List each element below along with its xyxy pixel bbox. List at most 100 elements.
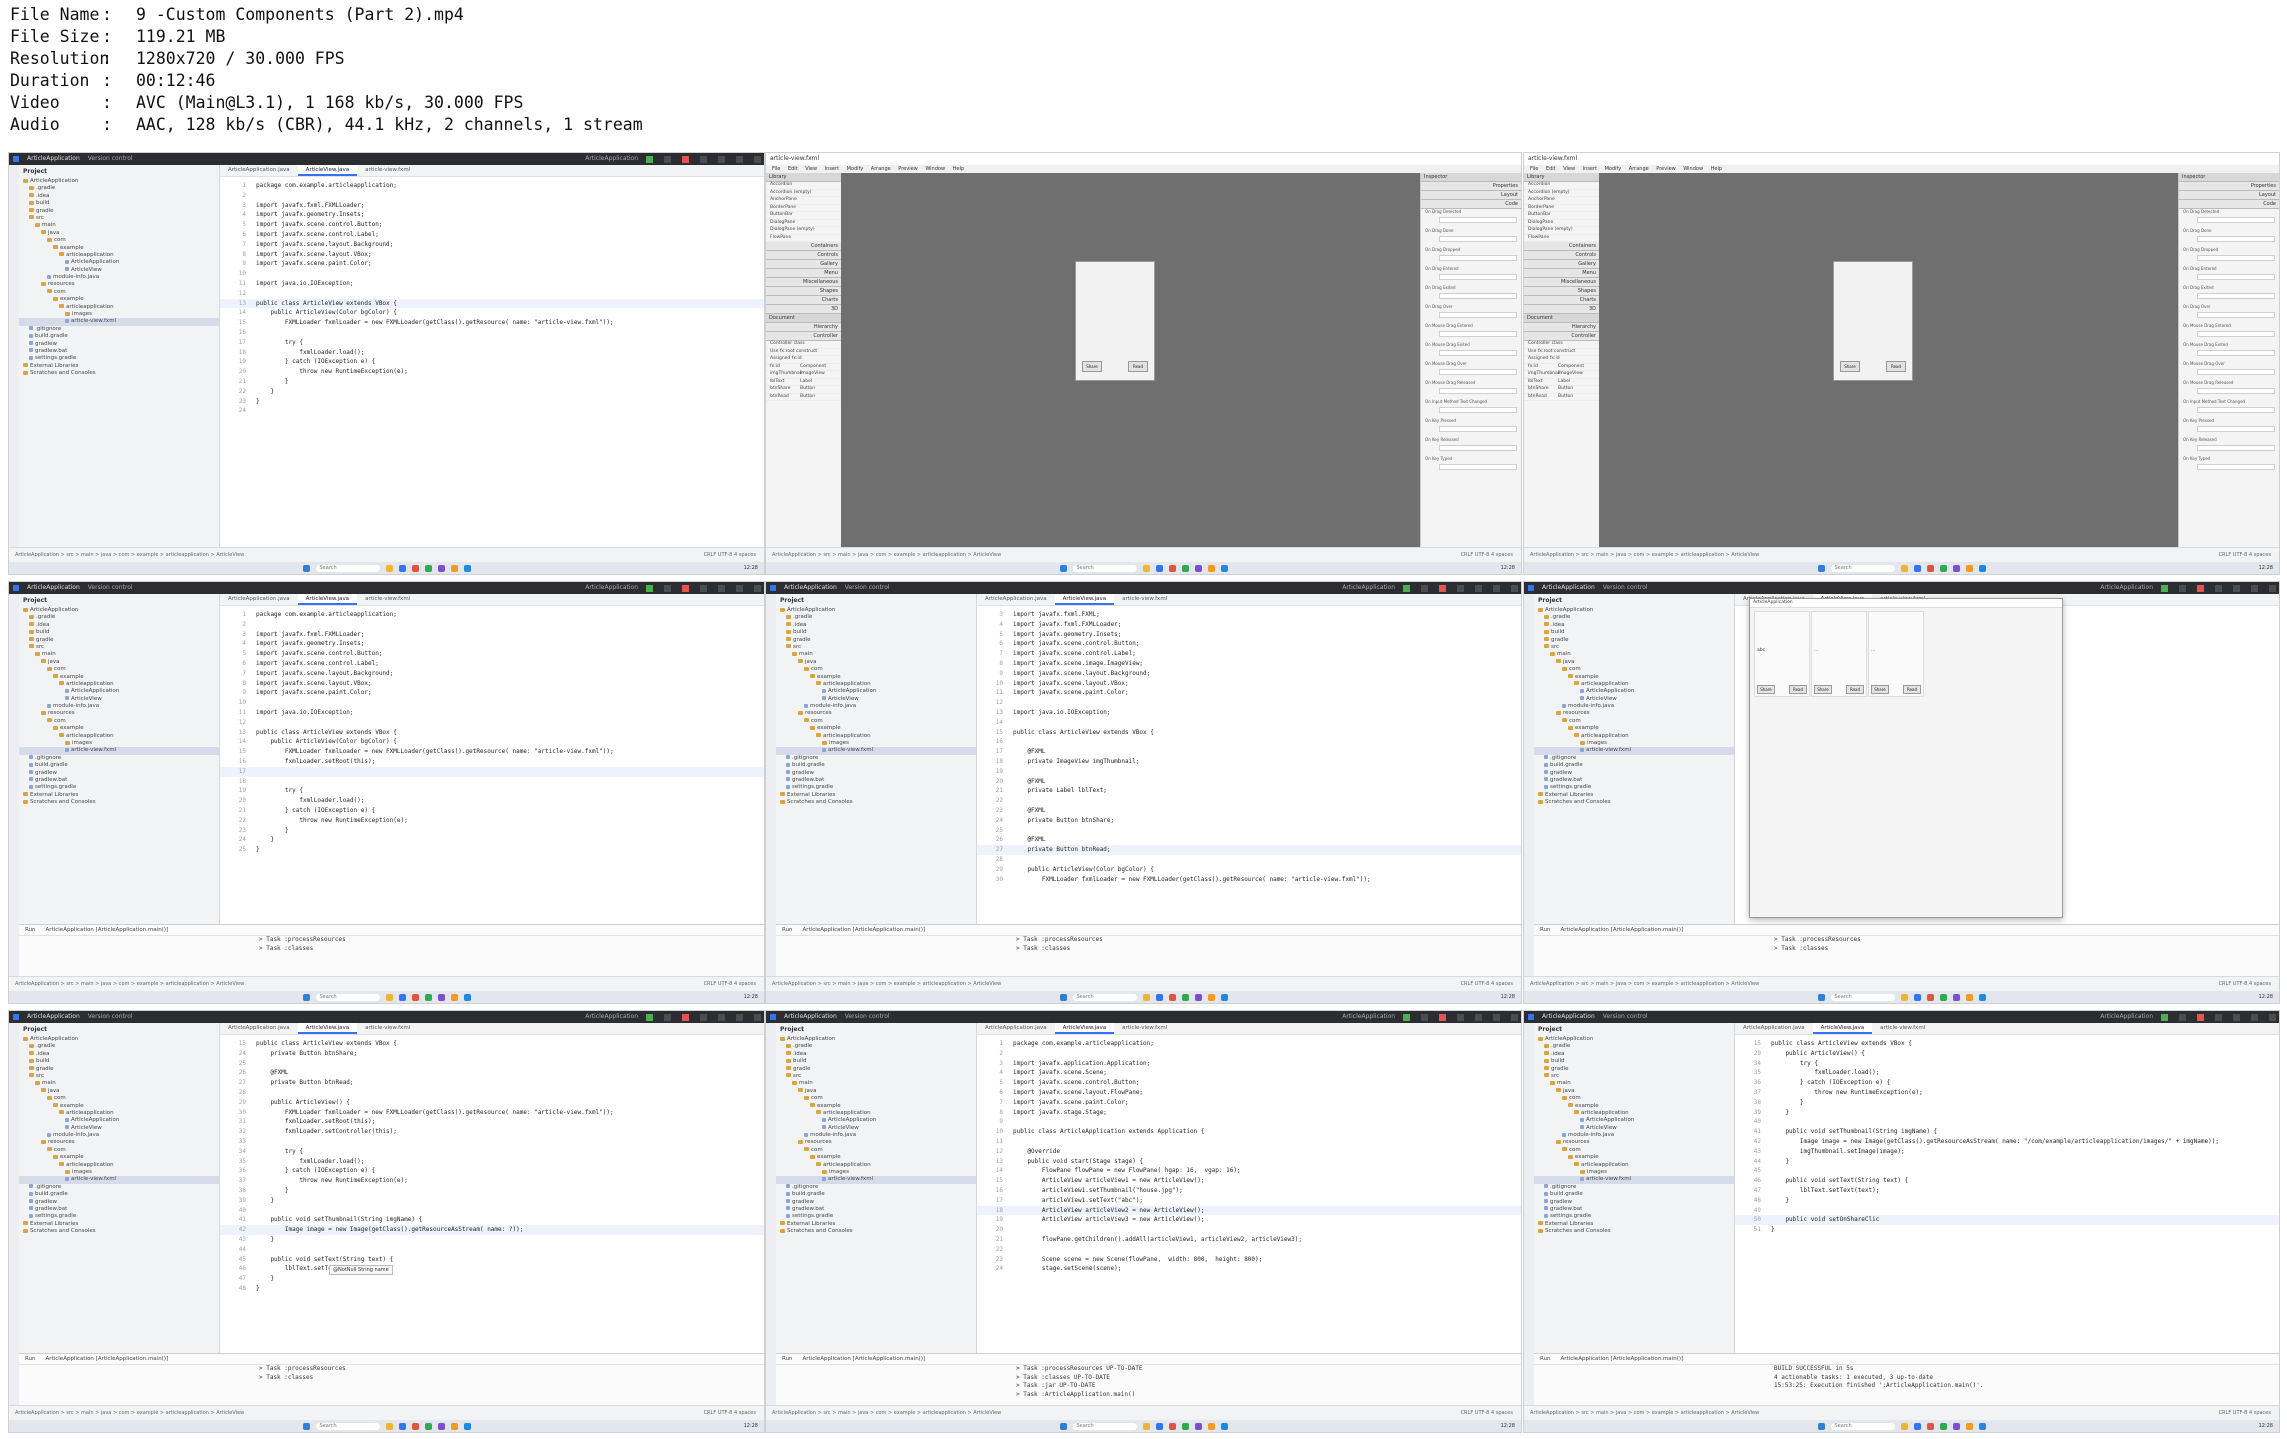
inspector-field-input[interactable] xyxy=(2197,388,2275,394)
tree-item[interactable]: main xyxy=(776,651,976,658)
code-line[interactable]: 20 throw new RuntimeException(e); xyxy=(220,367,764,377)
taskbar-app-icon[interactable] xyxy=(424,993,432,1001)
tree-item[interactable]: build xyxy=(1534,1058,1734,1065)
editor-tab[interactable]: ArticleView.java xyxy=(297,594,358,605)
share-button[interactable]: Share xyxy=(1871,685,1889,694)
tree-item[interactable]: Scratches and Consoles xyxy=(19,799,219,806)
tree-item[interactable]: build xyxy=(776,629,976,636)
tree-item[interactable]: java xyxy=(19,659,219,666)
tree-item[interactable]: build.gradle xyxy=(1534,762,1734,769)
editor-tab[interactable]: ArticleApplication.java xyxy=(220,165,298,176)
taskbar-search[interactable]: Search xyxy=(315,993,380,1001)
tree-item[interactable]: ArticleApplication xyxy=(19,259,219,266)
document-section[interactable]: Hierarchy xyxy=(1524,323,1599,332)
tree-item[interactable]: build xyxy=(1534,629,1734,636)
code-line[interactable]: 44 xyxy=(220,1245,764,1255)
library-item[interactable]: FlowPane xyxy=(1524,235,1599,242)
tree-item[interactable]: gradle xyxy=(776,1066,976,1073)
inspector-field-input[interactable] xyxy=(1439,426,1517,432)
taskbar-app-icon[interactable] xyxy=(1952,993,1960,1001)
editor-tab[interactable]: ArticleApplication.java xyxy=(1735,1023,1813,1034)
taskbar-app-icon[interactable] xyxy=(1220,1422,1228,1430)
tree-item[interactable]: resources xyxy=(1534,1139,1734,1146)
debug-icon[interactable] xyxy=(1421,1013,1428,1021)
taskbar-app-icon[interactable] xyxy=(1965,993,1973,1001)
tree-item[interactable]: Scratches and Consoles xyxy=(1534,799,1734,806)
code-line[interactable]: 14 xyxy=(977,718,1521,728)
tree-item[interactable]: example xyxy=(19,1103,219,1110)
taskbar-app-icon[interactable] xyxy=(1194,993,1202,1001)
tree-item[interactable]: .gradle xyxy=(1534,614,1734,621)
code-line[interactable]: 22 xyxy=(977,1245,1521,1255)
library-item[interactable]: FlowPane xyxy=(766,235,841,242)
windows-start-icon[interactable] xyxy=(1817,1422,1825,1430)
taskbar-app-icon[interactable] xyxy=(398,993,406,1001)
editor-tab[interactable]: ArticleView.java xyxy=(1812,1023,1873,1034)
code-line[interactable]: 7 import javafx.scene.layout.Background; xyxy=(220,240,764,250)
preview-read-button[interactable]: Read xyxy=(1886,361,1906,372)
gear-icon[interactable] xyxy=(718,1013,725,1021)
tree-item[interactable]: java xyxy=(19,230,219,237)
tree-item[interactable]: gradle xyxy=(1534,637,1734,644)
project-header[interactable]: Project xyxy=(1534,594,1734,607)
tree-item[interactable]: ArticleView xyxy=(776,1125,976,1132)
tree-item[interactable]: gradle xyxy=(19,1066,219,1073)
library-section[interactable]: Containers xyxy=(1524,242,1599,251)
tree-item[interactable]: settings.gradle xyxy=(19,1213,219,1220)
windows-start-icon[interactable] xyxy=(302,993,310,1001)
run-config-select[interactable]: ArticleApplication xyxy=(585,1011,638,1023)
code-line[interactable]: 9 xyxy=(977,1117,1521,1127)
debug-icon[interactable] xyxy=(2179,584,2186,592)
tree-item[interactable]: Scratches and Consoles xyxy=(19,370,219,377)
code-line[interactable]: 8 import javafx.scene.layout.VBox; xyxy=(220,679,764,689)
code-line[interactable]: 21 } catch (IOException e) { xyxy=(220,806,764,816)
tree-item[interactable]: build.gradle xyxy=(19,333,219,340)
tree-item[interactable]: src xyxy=(1534,644,1734,651)
library-item[interactable]: BorderPane xyxy=(766,205,841,212)
tree-item[interactable]: main xyxy=(19,651,219,658)
tree-item[interactable]: example xyxy=(19,674,219,681)
code-line[interactable]: 6 import javafx.scene.control.Button; xyxy=(977,639,1521,649)
code-line[interactable]: 1 package com.example.articleapplication; xyxy=(220,610,764,620)
tree-item[interactable]: .idea xyxy=(19,1051,219,1058)
code-line[interactable]: 2 xyxy=(220,620,764,630)
debug-icon[interactable] xyxy=(2179,1013,2186,1021)
run-tab-label[interactable]: Run xyxy=(25,1356,36,1362)
close-icon[interactable] xyxy=(754,155,761,163)
tree-item[interactable]: resources xyxy=(19,710,219,717)
library-section[interactable]: Gallery xyxy=(766,260,841,269)
version-control-menu[interactable]: Version control xyxy=(88,582,133,594)
code-line[interactable]: 49 xyxy=(1735,1206,2279,1216)
library-item[interactable]: Accordion (empty) xyxy=(1524,190,1599,197)
tree-item[interactable]: example xyxy=(19,1154,219,1161)
close-icon[interactable] xyxy=(2269,584,2276,592)
inspector-field-input[interactable] xyxy=(2197,369,2275,375)
tree-item[interactable]: External Libraries xyxy=(776,1221,976,1228)
tree-item[interactable]: .gitignore xyxy=(19,755,219,762)
tree-item[interactable]: example xyxy=(776,1154,976,1161)
code-line[interactable]: 19 try { xyxy=(220,786,764,796)
debug-icon[interactable] xyxy=(1421,584,1428,592)
tree-item[interactable]: article-view.fxml xyxy=(1534,1176,1734,1184)
code-line[interactable]: 33 xyxy=(220,1137,764,1147)
tree-item[interactable]: articleapplication xyxy=(776,1110,976,1117)
library-item[interactable]: DialogPane (empty) xyxy=(1524,227,1599,235)
tree-item[interactable]: settings.gradle xyxy=(19,355,219,362)
stop-icon[interactable] xyxy=(682,584,689,592)
tree-item[interactable]: External Libraries xyxy=(19,363,219,370)
close-icon[interactable] xyxy=(754,584,761,592)
inspector-field-input[interactable] xyxy=(1439,217,1517,223)
taskbar-app-icon[interactable] xyxy=(450,564,458,572)
tree-item[interactable]: ArticleApplication xyxy=(19,1117,219,1124)
inspector-field-input[interactable] xyxy=(1439,236,1517,242)
tree-item[interactable]: ArticleApplication xyxy=(19,178,219,185)
inspector-field-input[interactable] xyxy=(1439,331,1517,337)
tree-item[interactable]: images xyxy=(19,311,219,318)
tree-item[interactable]: resources xyxy=(776,710,976,717)
version-control-menu[interactable]: Version control xyxy=(845,582,890,594)
document-section[interactable]: Controller xyxy=(766,332,841,341)
fxml-preview[interactable]: Share Read xyxy=(1075,261,1155,381)
tree-item[interactable]: main xyxy=(19,1080,219,1087)
inspector-field-input[interactable] xyxy=(2197,331,2275,337)
windows-start-icon[interactable] xyxy=(1059,564,1067,572)
